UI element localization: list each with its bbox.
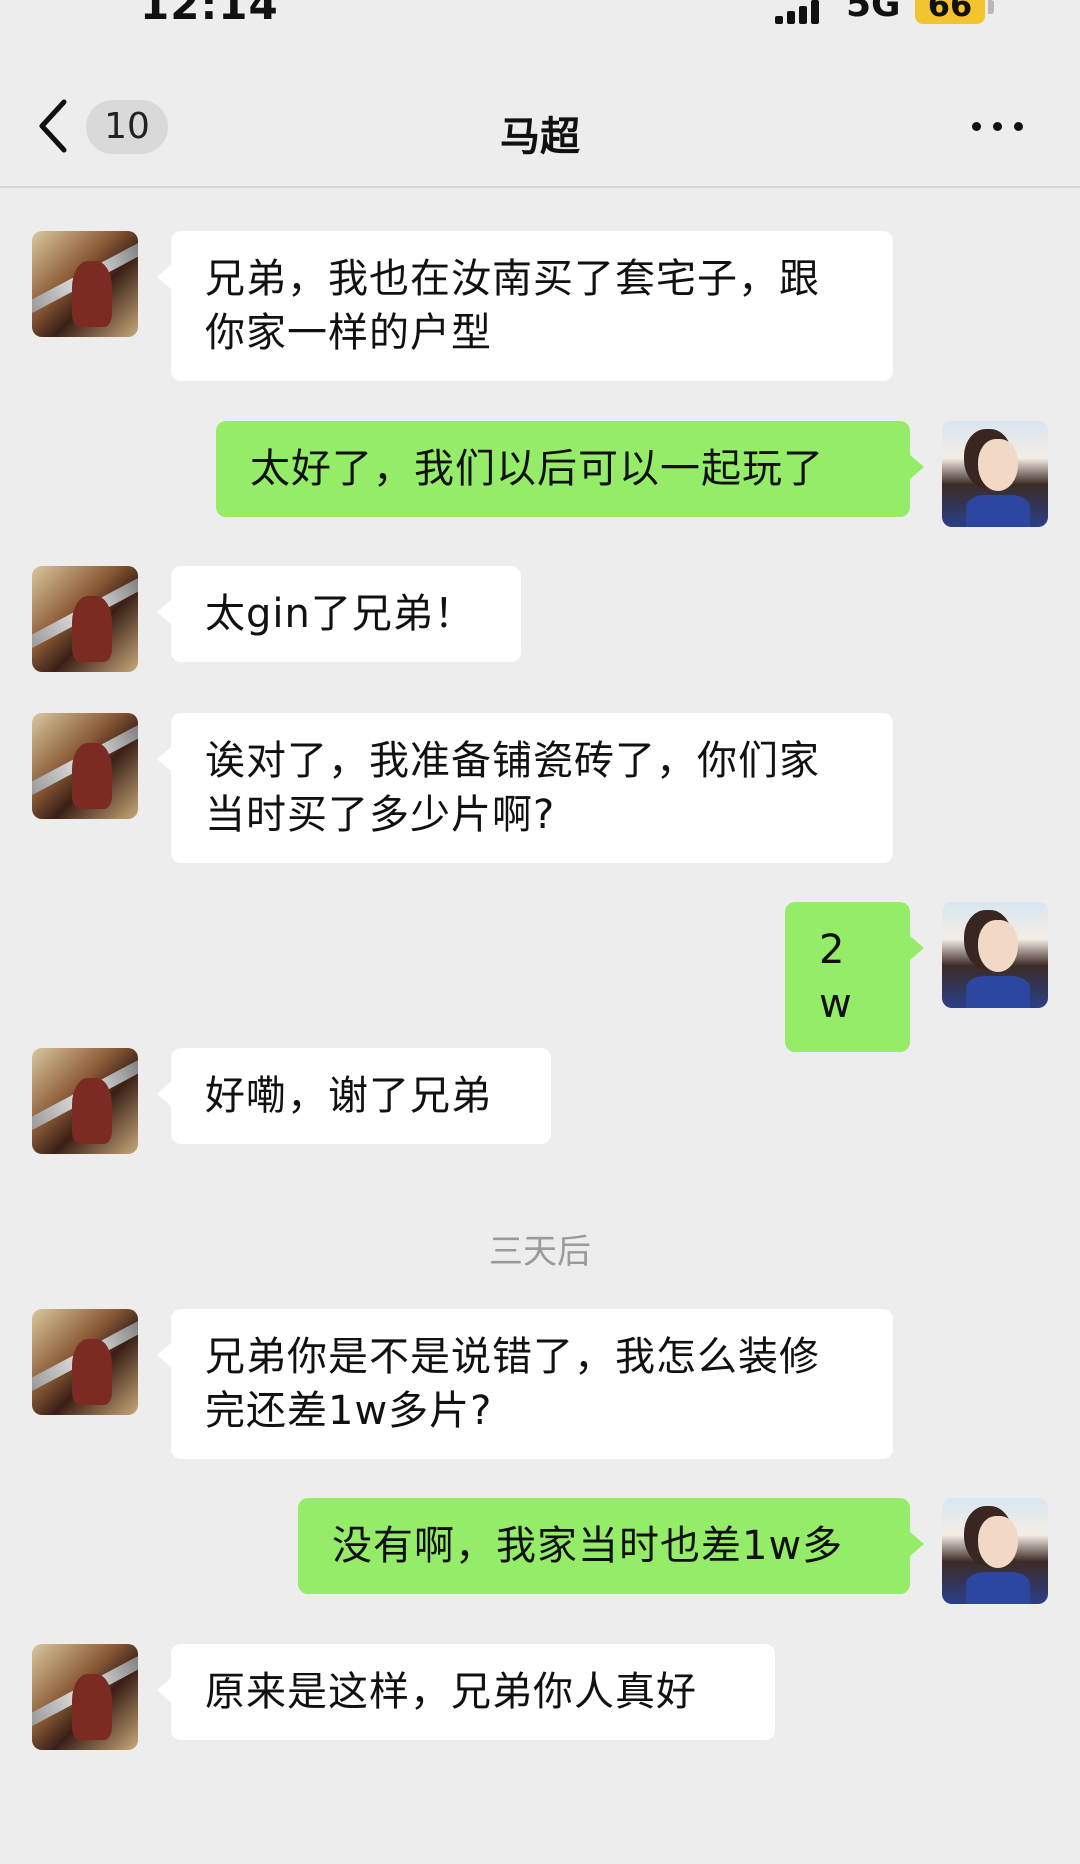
message-bubble-incoming[interactable]: 兄弟你是不是说错了，我怎么装修完还差1w多片? — [157, 1309, 893, 1459]
message-list[interactable]: 兄弟，我也在汝南买了套宅子，跟你家一样的户型 太好了，我们以后可以一起玩了 太g… — [0, 188, 1080, 1864]
message-bubble-outgoing[interactable]: 没有啊，我家当时也差1w多 — [298, 1498, 924, 1594]
contact-avatar[interactable] — [32, 231, 138, 337]
chevron-left-icon — [39, 99, 67, 153]
contact-avatar[interactable] — [32, 1309, 138, 1415]
contact-avatar[interactable] — [32, 566, 138, 672]
contact-avatar[interactable] — [32, 1644, 138, 1750]
chat-title: 马超 — [500, 114, 580, 160]
signal-strength-icon — [775, 0, 835, 24]
more-dots-icon — [972, 122, 981, 131]
message-bubble-incoming[interactable]: 好嘞，谢了兄弟 — [157, 1048, 551, 1144]
unread-count-badge[interactable]: 10 — [86, 100, 168, 154]
message-bubble-incoming[interactable]: 诶对了，我准备铺瓷砖了，你们家当时买了多少片啊? — [157, 713, 893, 863]
my-avatar[interactable] — [942, 1498, 1048, 1604]
network-type: 5G — [846, 0, 901, 25]
status-time: 12:14 — [140, 0, 279, 29]
time-divider: 三天后 — [489, 1232, 591, 1272]
message-bubble-incoming[interactable]: 原来是这样，兄弟你人真好 — [157, 1644, 775, 1740]
battery-level: 66 — [915, 0, 985, 24]
message-bubble-outgoing[interactable]: 太好了，我们以后可以一起玩了 — [216, 421, 924, 517]
back-button[interactable] — [34, 98, 74, 154]
my-avatar[interactable] — [942, 902, 1048, 1008]
contact-avatar[interactable] — [32, 1048, 138, 1154]
chat-header: 10 马超 — [0, 60, 1080, 188]
message-bubble-incoming[interactable]: 兄弟，我也在汝南买了套宅子，跟你家一样的户型 — [157, 231, 893, 381]
more-options-button[interactable] — [970, 118, 1026, 134]
message-bubble-outgoing[interactable]: 2w — [785, 902, 924, 1052]
contact-avatar[interactable] — [32, 713, 138, 819]
battery-icon — [988, 0, 994, 14]
my-avatar[interactable] — [942, 421, 1048, 527]
message-bubble-incoming[interactable]: 太gin了兄弟！ — [157, 566, 521, 662]
status-bar: 12:14 5G 66 — [0, 0, 1080, 40]
